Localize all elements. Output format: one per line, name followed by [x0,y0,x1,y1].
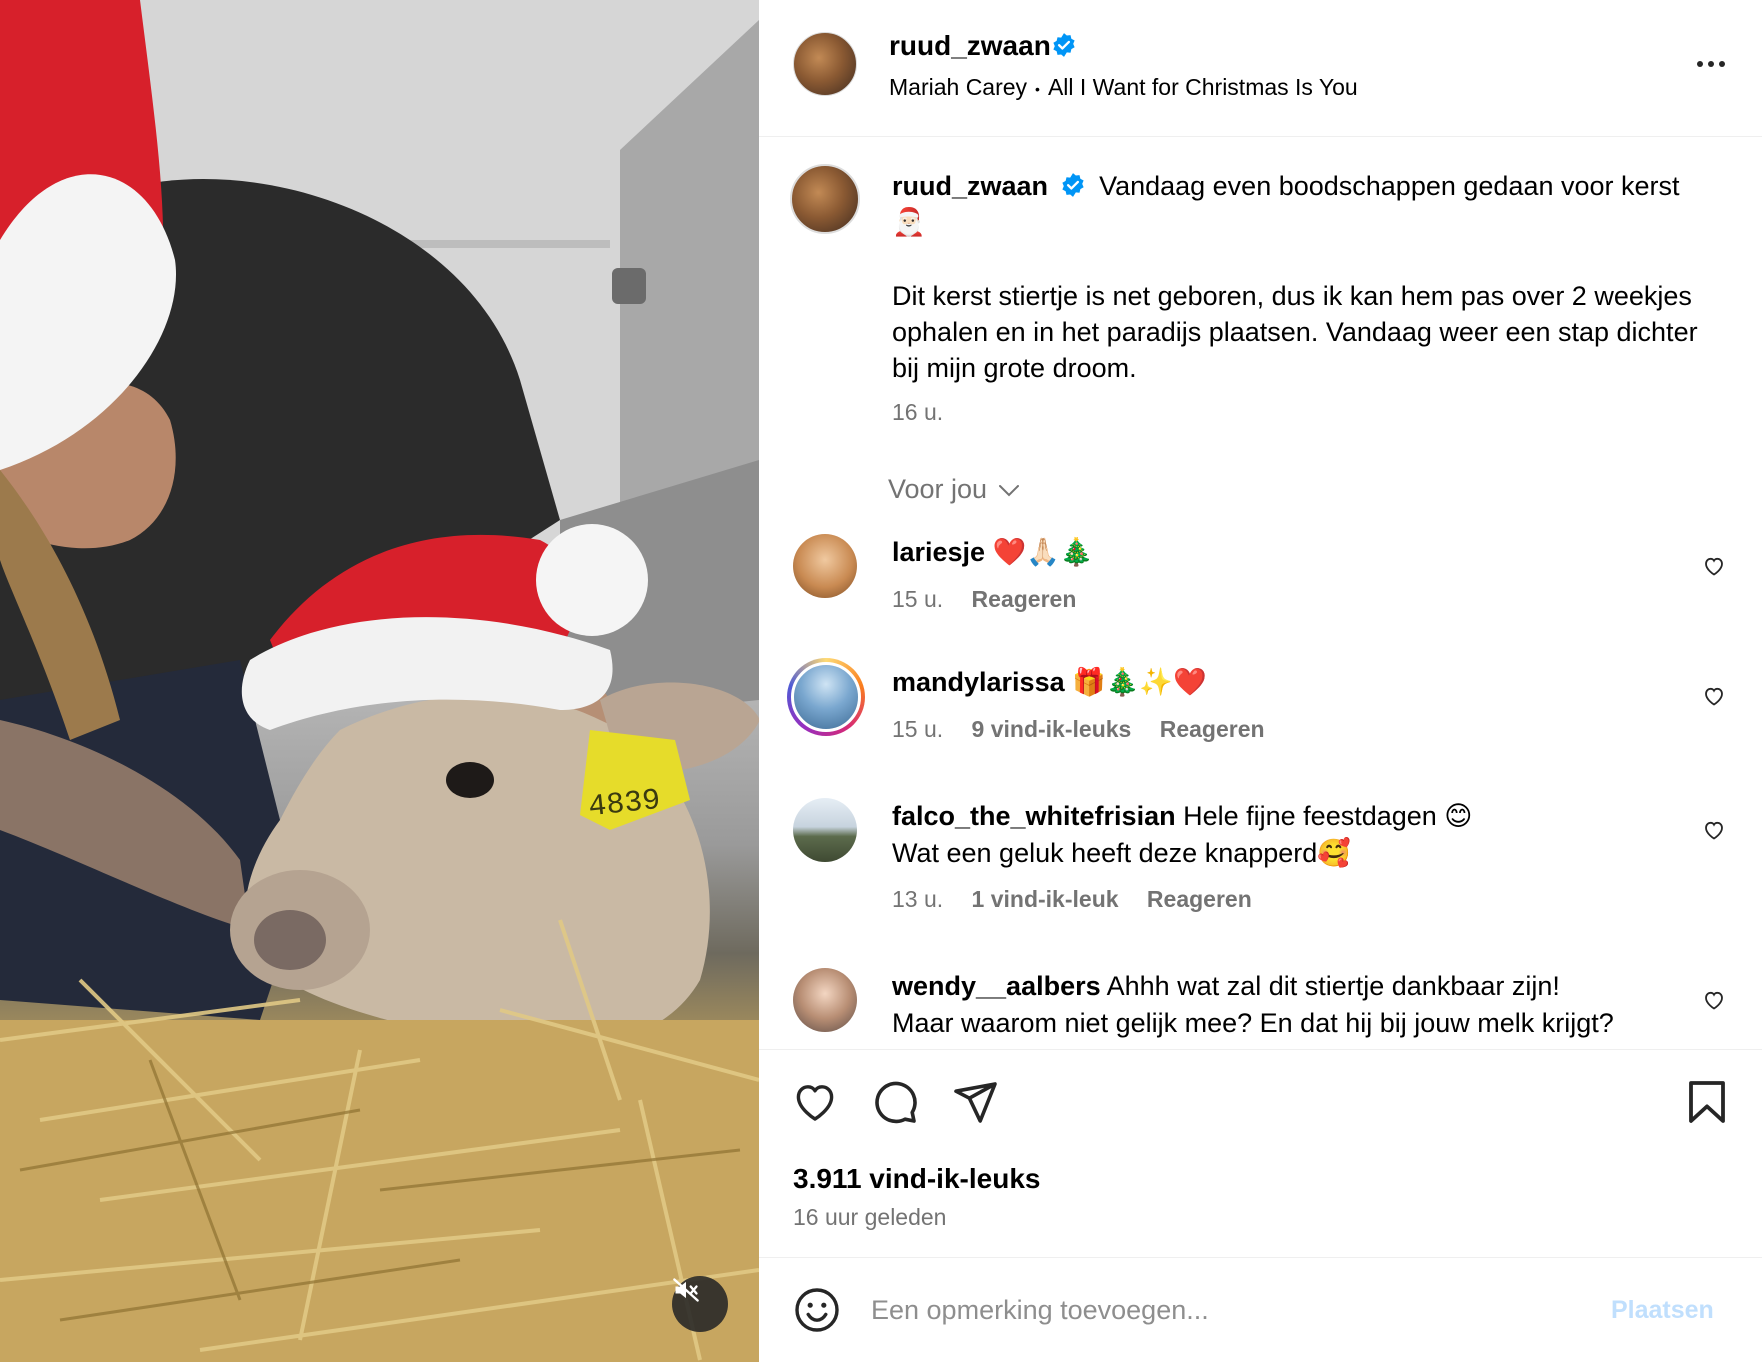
comment-body: Hele fijne feestdagen 😊 [1183,801,1473,831]
comment-body: ❤️🙏🏻🎄 [992,537,1094,567]
reply-button[interactable]: Reageren [972,586,1077,612]
comment-sort-label: Voor jou [888,474,988,504]
speaker-muted-icon [673,1278,699,1302]
comment-input[interactable] [871,1288,1591,1332]
post-video[interactable]: 4839 [0,0,759,1362]
caption-timestamp[interactable]: 16 u. [892,399,943,426]
commenter-avatar[interactable] [793,534,857,598]
comment-like-heart-icon[interactable] [1702,554,1726,578]
commenter-avatar[interactable] [793,968,857,1032]
comment-sort-dropdown[interactable]: Voor jou [888,474,1021,505]
comment-username[interactable]: falco_the_whitefrisian [892,801,1176,831]
comment-time[interactable]: 15 u. [892,586,943,612]
post-comment-button[interactable]: Plaatsen [1611,1296,1714,1325]
reply-button[interactable]: Reageren [1147,886,1252,912]
chevron-down-icon [999,484,1020,496]
audio-artist: Mariah Carey [889,74,1028,100]
comments-scroll-area[interactable]: ruud_zwaan Vandaag even boodschappen ged… [759,138,1762,1048]
comment-icon[interactable] [871,1078,919,1126]
comment-composer: Plaatsen [759,1257,1762,1362]
audio-track[interactable]: Mariah Carey • All I Want for Christmas Is… [889,74,1358,101]
comment-text: lariesje ❤️🙏🏻🎄 [892,534,1672,571]
comment-likes-count[interactable]: 1 vind-ik-leuk [972,886,1119,912]
caption-body: Dit kerst stiertje is net geboren, dus i… [892,281,1698,383]
post-details-panel: ruud_zwaan Mariah Carey • All I Want for C… [759,0,1762,1362]
comment-username[interactable]: lariesje [892,537,985,567]
comment-text: falco_the_whitefrisian Hele fijne feestd… [892,798,1672,872]
verified-badge-icon [1061,172,1084,197]
author-avatar[interactable] [793,32,857,96]
caption-username[interactable]: ruud_zwaan [892,171,1048,201]
comment-body: 🎁🎄✨❤️ [1072,667,1207,697]
comment-meta: 13 u. 1 vind-ik-leuk Reageren [892,886,1274,913]
comment-meta: 15 u. Reageren [892,586,1098,613]
author-username[interactable]: ruud_zwaan [889,30,1051,62]
comment-body: Ahhh wat zal dit stiertje dankbaar zijn! [1106,971,1560,1001]
comment-like-heart-icon[interactable] [1702,818,1726,842]
instagram-post-modal: 4839 ruud_zwaan Mariah Carey • All I Wan… [0,0,1762,1362]
heart-icon[interactable] [791,1078,839,1126]
video-frame: 4839 [0,0,759,1362]
mute-toggle-button[interactable] [672,1276,728,1332]
smiley-icon[interactable] [793,1286,841,1334]
comment-text: wendy__aalbers Ahhh wat zal dit stiertje… [892,968,1672,1042]
post-actions: 3.911 vind-ik-leuks 16 uur geleden [759,1049,1762,1256]
more-options-button[interactable] [1687,48,1735,80]
comment-username[interactable]: mandylarissa [892,667,1065,697]
comment-likes-count[interactable]: 9 vind-ik-leuks [972,716,1132,742]
commenter-avatar-story-ring[interactable] [787,658,865,736]
comment-time[interactable]: 15 u. [892,716,943,742]
send-icon[interactable] [951,1078,999,1126]
comment-text: mandylarissa 🎁🎄✨❤️ [892,664,1672,701]
comment-like-heart-icon[interactable] [1702,684,1726,708]
caption-first-line: ruud_zwaan Vandaag even boodschappen ged… [892,168,1712,240]
commenter-avatar[interactable] [793,798,857,862]
bookmark-icon[interactable] [1683,1078,1731,1126]
likes-count[interactable]: 3.911 vind-ik-leuks [793,1163,1040,1195]
reply-button[interactable]: Reageren [1160,716,1265,742]
comment-body-line2: Wat een geluk heeft deze knapperd🥰 [892,838,1351,868]
audio-title: All I Want for Christmas Is You [1047,74,1358,100]
verified-badge-icon [1053,33,1075,57]
post-header: ruud_zwaan Mariah Carey • All I Want for C… [759,0,1762,137]
audio-separator: • [1035,80,1040,97]
post-timestamp[interactable]: 16 uur geleden [793,1204,946,1231]
more-icon [1697,61,1703,67]
comment-username[interactable]: wendy__aalbers [892,971,1101,1001]
comment-like-heart-icon[interactable] [1702,988,1726,1012]
comment-time[interactable]: 13 u. [892,886,943,912]
comment-body-line2: Maar waarom niet gelijk mee? En dat hij … [892,1008,1614,1038]
caption-author-avatar[interactable] [790,164,860,234]
comment-meta: 15 u. 9 vind-ik-leuks Reageren [892,716,1287,743]
